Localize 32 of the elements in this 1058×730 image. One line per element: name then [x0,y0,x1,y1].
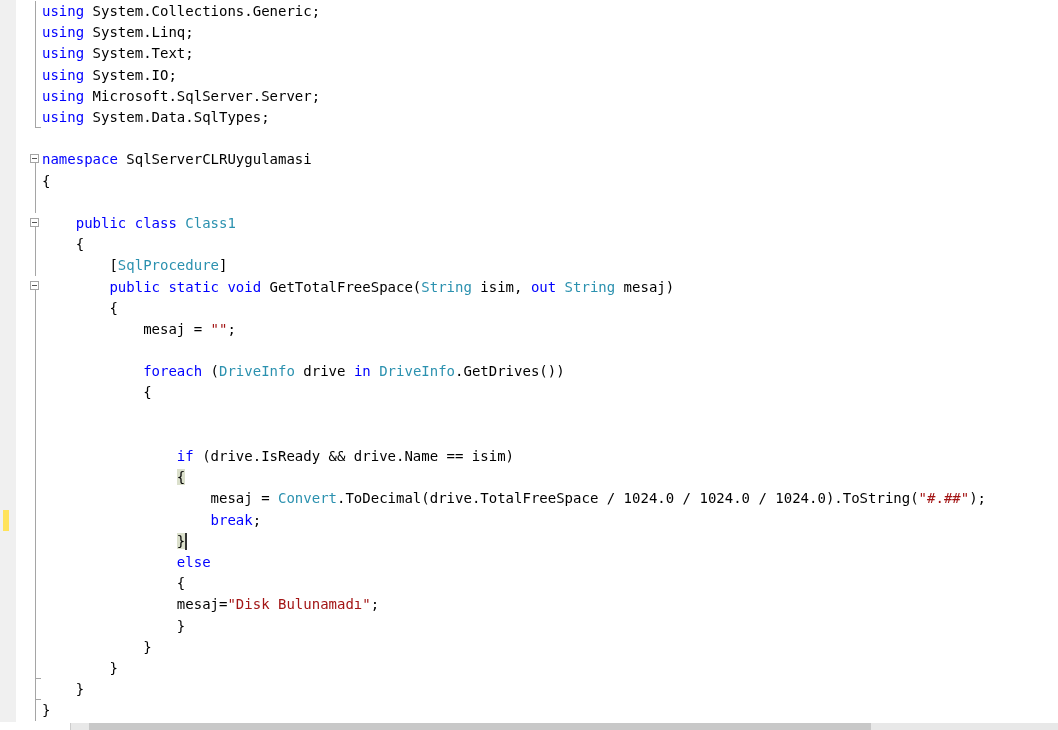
code-line: using System.Collections.Generic; [42,2,321,22]
code-line: { [176,574,186,594]
code-line: { [42,171,51,191]
code-line: using System.Linq; [42,23,194,43]
code-line: namespace SqlServerCLRUygulamasi [42,150,312,170]
code-line: mesaj = ""; [143,319,236,339]
horizontal-scrollbar[interactable] [71,723,1058,730]
scrollbar-thumb[interactable] [89,723,871,730]
code-line: else [176,552,211,572]
code-line: using System.Text; [42,44,194,64]
code-line: foreach (DriveInfo drive in DriveInfo.GetDrives()) [143,362,565,382]
code-line: using Microsoft.SqlServer.Server; [42,86,321,106]
code-line: { [109,298,118,318]
code-line: public static void GetTotalFreeSpace(String isim, out String mesaj) [109,277,675,297]
code-line: mesaj="Disk Bulunamadı"; [176,595,380,615]
code-line: { [143,383,152,403]
code-line: using System.IO; [42,65,177,85]
code-line: using System.Data.SqlTypes; [42,108,270,128]
code-line: { [75,235,85,255]
code-line: } [109,658,118,678]
collapse-icon[interactable] [30,217,39,227]
code-line: public class Class1 [75,213,236,233]
code-line: } [42,701,51,721]
code-line: } [176,616,186,636]
code-line: [SqlProcedure] [109,256,228,276]
code-line: if (drive.IsReady && drive.Name == isim) [176,447,514,467]
collapse-icon[interactable] [30,281,39,291]
code-line: mesaj = Convert.ToDecimal(drive.TotalFreeSpace / 1024.0 / 1024.0 / 1024.0).ToString("#.##"); [210,489,987,509]
collapse-icon[interactable] [30,154,39,164]
code-line: } [143,637,152,657]
code-line: break; [210,510,262,530]
code-line: } [75,680,85,700]
